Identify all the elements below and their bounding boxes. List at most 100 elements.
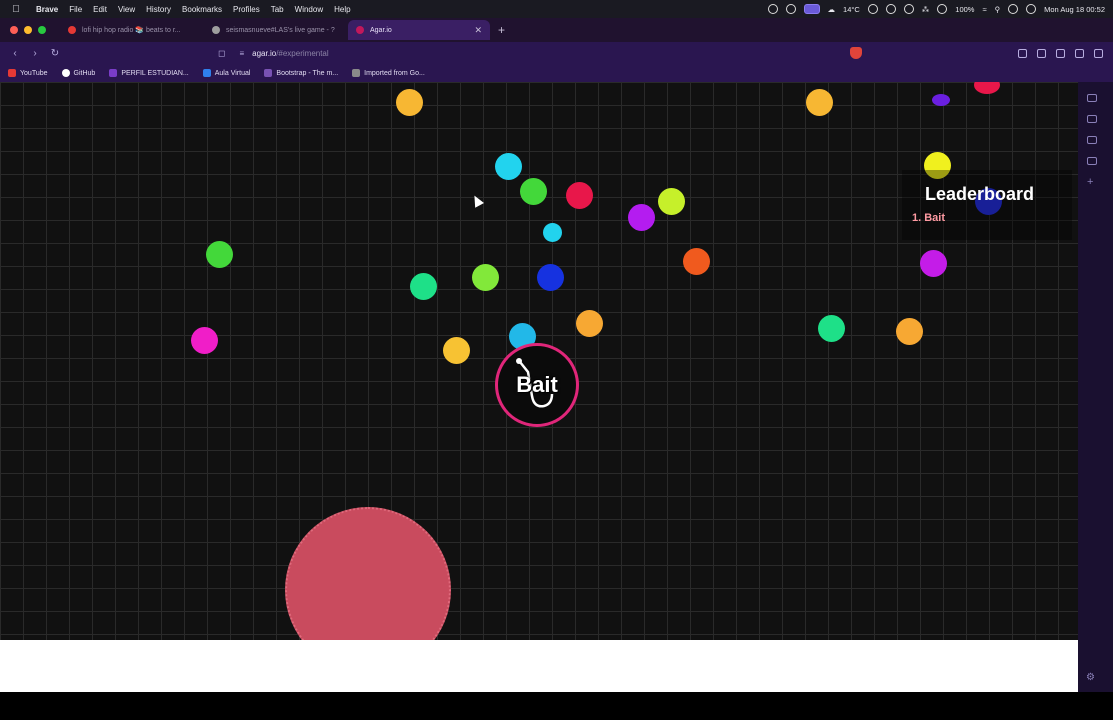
play-icon[interactable] (903, 4, 914, 14)
forward-icon[interactable]: › (30, 48, 40, 59)
bookmark-bootstrap[interactable]: Bootstrap - The m... (264, 69, 338, 77)
bookmark-perfil[interactable]: PERFIL ESTUDIAN... (109, 69, 189, 77)
address-bar[interactable]: ◻ ≡ agar.io /#experimental (218, 44, 848, 62)
control-center-icon[interactable] (1008, 4, 1019, 14)
menubar-status-area: ☁ 14°C ⁂ 100% ≈ ⚲ Mon Aug 18 00:52 (767, 0, 1105, 18)
player-cell[interactable]: Bait (495, 343, 579, 427)
apple-menu-icon[interactable]:  (10, 4, 22, 15)
battery-percent[interactable]: 100% (955, 5, 974, 14)
close-window-button[interactable] (10, 26, 18, 34)
search-icon[interactable]: ⚲ (995, 5, 1001, 14)
sidebar-add-icon[interactable]: + (1087, 176, 1093, 188)
sidebar-settings-icon[interactable]: ⚙ (1086, 672, 1095, 683)
bookmark-aula-virtual[interactable]: Aula Virtual (202, 69, 251, 77)
focus-icon[interactable] (867, 4, 878, 14)
sidebar-toggle-icon[interactable] (1056, 48, 1065, 58)
sidebar-history-icon[interactable] (1087, 157, 1097, 165)
weather-temp[interactable]: 14°C (843, 5, 860, 14)
menu-view[interactable]: View (118, 5, 135, 14)
back-icon[interactable]: ‹ (10, 48, 20, 59)
bluetooth-icon[interactable]: ⁂ (922, 5, 930, 14)
bookmarks-bar: YouTube GitHub PERFIL ESTUDIAN... Aula V… (0, 64, 1113, 82)
leaderboard: Leaderboard 1. Bait (902, 170, 1072, 240)
sidebar-bookmarks-icon[interactable] (1087, 136, 1097, 144)
tab-title: seismasnueve#LAS's live game - ? (226, 26, 335, 34)
perfil-icon (109, 69, 118, 77)
wifi-icon[interactable]: ≈ (982, 5, 986, 14)
food-pellet (520, 178, 547, 205)
page-bottom-area (0, 640, 1078, 692)
youtube-icon (8, 69, 16, 77)
menu-icon[interactable] (1094, 48, 1103, 58)
bookmark-label: Bootstrap - The m... (276, 69, 339, 77)
new-tab-icon[interactable]: + (498, 23, 505, 37)
food-pellet (396, 89, 423, 116)
menu-profiles[interactable]: Profiles (233, 5, 260, 14)
wallet-icon[interactable] (1075, 48, 1084, 58)
menu-help[interactable]: Help (334, 5, 350, 14)
youtube-favicon-icon (68, 26, 76, 34)
github-icon (61, 69, 70, 77)
macos-menubar:  Brave File Edit View History Bookmarks… (0, 0, 1113, 18)
brave-shields-icon[interactable] (850, 47, 862, 59)
sidebar-panel-icon[interactable] (1087, 94, 1097, 102)
food-pellet (932, 94, 950, 106)
menu-history[interactable]: History (146, 5, 171, 14)
toolbar-right-icons (1018, 42, 1103, 64)
minimize-window-button[interactable] (24, 26, 32, 34)
menu-file[interactable]: File (69, 5, 82, 14)
menu-app-name[interactable]: Brave (36, 5, 58, 14)
food-pellet (683, 248, 710, 275)
tab-live-game[interactable]: seismasnueve#LAS's live game - ? (204, 20, 346, 40)
agario-favicon-icon (356, 26, 364, 34)
food-pellet (818, 315, 845, 342)
weather-icon[interactable]: ☁ (828, 5, 836, 14)
menu-bookmarks[interactable]: Bookmarks (182, 5, 222, 14)
food-pellet (495, 153, 522, 180)
bookmark-github[interactable]: GitHub (61, 69, 95, 77)
bookmark-icon[interactable]: ◻ (218, 48, 225, 59)
bookmark-label: Imported from Go... (364, 69, 425, 77)
battery-menu-icon[interactable] (885, 4, 896, 14)
close-tab-icon[interactable]: ✕ (474, 25, 482, 36)
screen:  Brave File Edit View History Bookmarks… (0, 0, 1113, 720)
nav-buttons: ‹ › ↻ (10, 48, 60, 59)
tab-lofi-radio[interactable]: lofi hip hop radio 📚 beats to r... (60, 20, 202, 40)
food-pellet (443, 337, 470, 364)
food-pellet (658, 188, 685, 215)
food-pellet (472, 264, 499, 291)
tab-title: lofi hip hop radio 📚 beats to r... (82, 27, 181, 34)
screen-bottom-edge (0, 692, 1113, 720)
menu-edit[interactable]: Edit (93, 5, 107, 14)
bookmark-label: Aula Virtual (214, 69, 251, 77)
food-pellet (920, 250, 947, 277)
food-pellet (974, 82, 1000, 94)
tab-agario[interactable]: Agar.io ✕ (348, 20, 490, 40)
leaderboard-entry: 1. Bait (912, 212, 946, 224)
screenshot-icon[interactable] (1018, 48, 1027, 58)
reload-icon[interactable]: ↻ (50, 48, 60, 59)
media-icon[interactable] (1037, 48, 1046, 58)
sync-icon[interactable] (785, 4, 796, 14)
menu-window[interactable]: Window (295, 5, 323, 14)
sidebar-reading-icon[interactable] (1087, 115, 1097, 123)
menu-tab[interactable]: Tab (271, 5, 284, 14)
menubar-clock[interactable]: Mon Aug 18 00:52 (1044, 5, 1105, 14)
fullscreen-window-button[interactable] (38, 26, 46, 34)
food-pellet (206, 241, 233, 268)
aula-virtual-icon (202, 69, 211, 77)
food-pellet (806, 89, 833, 116)
site-settings-icon[interactable]: ≡ (239, 49, 244, 58)
record-icon[interactable] (767, 4, 778, 14)
browser-tab-bar: lofi hip hop radio 📚 beats to r... seism… (0, 18, 1113, 42)
page-favicon-icon (212, 26, 220, 34)
bookmark-folder-imported[interactable]: Imported from Go... (352, 69, 425, 77)
bookmark-youtube[interactable]: YouTube (8, 69, 48, 77)
food-pellet (566, 182, 593, 209)
player-name: Bait (516, 372, 558, 397)
agario-game-canvas[interactable]: Bait Leaderboard 1. Bait (0, 82, 1078, 640)
gear-icon[interactable] (937, 4, 948, 14)
screen-share-icon[interactable] (803, 4, 820, 14)
siri-icon[interactable] (1026, 4, 1037, 14)
folder-icon (352, 69, 361, 77)
